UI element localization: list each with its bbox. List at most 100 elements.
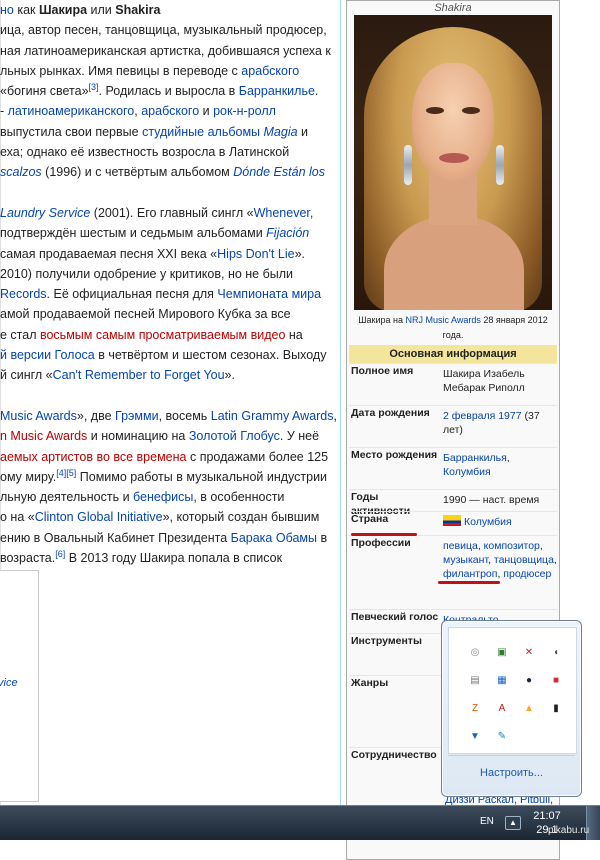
article-link[interactable]: Барранкилье <box>239 84 315 98</box>
infobox-key: Певческий голос <box>351 611 439 623</box>
article-link[interactable]: Latin Grammy Awards <box>211 409 334 423</box>
article-line: n Music Awards и номинацию на Золотой Гл… <box>0 426 340 446</box>
article-link[interactable]: Can't Remember to Forget You <box>53 368 225 382</box>
text: », который создан бывшим <box>162 510 320 525</box>
article-link[interactable]: 2 февраля 1977 <box>443 410 522 422</box>
flashget-icon[interactable]: ▼ <box>468 730 482 744</box>
image-caption: Шакира на NRJ Music Awards 28 января 201… <box>358 315 548 340</box>
infobox-value: Барранкилья, Колумбия <box>443 451 557 479</box>
text: льную деятельность и <box>0 490 134 505</box>
partial-box: vice <box>0 570 39 802</box>
feather-icon[interactable]: ✎ <box>495 730 509 744</box>
text: . Её официальная песня для <box>46 287 218 302</box>
language-indicator[interactable]: EN <box>480 816 494 827</box>
text: ению в Овальный Кабинет Президента <box>0 530 231 545</box>
gpu-icon[interactable]: ▣ <box>495 646 509 660</box>
article-link[interactable]: Music Awards <box>0 409 77 423</box>
usb-icon[interactable]: ▮ <box>549 702 563 716</box>
nvidia-icon[interactable]: ◎ <box>468 646 482 660</box>
article-link[interactable]: й версии Голоса <box>0 348 95 362</box>
article-link[interactable]: Magia <box>264 125 298 139</box>
footnote-ref[interactable]: [4][5] <box>56 468 76 478</box>
article-line: амой продаваемой песней Мирового Кубка з… <box>0 304 340 324</box>
article-link[interactable]: Dónde Están los <box>233 165 325 179</box>
text: льных рынках. Имя певицы в переводе с <box>0 63 242 78</box>
red-link[interactable]: аемых артистов во все времена <box>0 450 187 464</box>
infobox-row: Полное имя Шакира Изабель Мебарак Риполл <box>349 363 557 405</box>
nrj-link[interactable]: NRJ Music Awards <box>406 315 481 325</box>
text: В 2013 году Шакира попала в список <box>65 551 283 566</box>
infobox-key: Полное имя <box>351 365 414 377</box>
article-link[interactable]: студийные альбомы <box>142 125 260 139</box>
side-fragment-link[interactable]: vice <box>0 677 18 689</box>
adobe-icon[interactable]: A <box>495 702 509 716</box>
network-icon[interactable]: ▦ <box>495 674 509 688</box>
warning-icon[interactable]: ▲ <box>522 702 536 716</box>
article-link[interactable]: Колумбия <box>443 466 491 478</box>
article-line: scalzos (1996) и с четвёртым альбомом Dó… <box>0 162 340 182</box>
article-line: льных рынках. Имя певицы в переводе с ар… <box>0 61 340 81</box>
tray-separator <box>448 755 575 756</box>
article-line: Laundry Service (2001). Его главный синг… <box>0 203 340 223</box>
article-link[interactable]: продюсер <box>503 568 551 580</box>
article-link[interactable]: Колумбия <box>464 516 512 528</box>
infobox-value: Колумбия <box>443 515 557 529</box>
article-link[interactable]: певица <box>443 540 478 552</box>
text: Шакира Изабель Мебарак Риполл <box>443 368 525 394</box>
article-link[interactable]: Золотой Глобус <box>189 429 280 443</box>
red-link[interactable]: восьмым самым просматриваемым видео <box>40 328 285 342</box>
configure-link[interactable]: Настроить... <box>442 767 581 779</box>
infobox-title: Shakira <box>347 1 559 15</box>
infobox-value: 1990 — наст. время <box>443 493 557 507</box>
article-link[interactable]: танцовщица <box>494 554 554 566</box>
article-link[interactable]: Hips Don't Lie <box>217 247 294 261</box>
article-link[interactable]: Чемпионата мира <box>217 287 321 301</box>
infobox-key: Место рождения <box>351 449 438 461</box>
red-link[interactable]: n Music Awards <box>0 429 87 443</box>
text: ная латиноамериканская артистка, добивша… <box>0 43 331 58</box>
article-link[interactable]: Whenever, <box>254 206 314 220</box>
article-link[interactable]: Records <box>0 287 47 301</box>
antivirus-icon[interactable]: ■ <box>549 674 563 688</box>
article-line: ому миру.[4][5] Помимо работы в музыкаль… <box>0 467 340 487</box>
steam-icon[interactable]: ● <box>522 674 536 688</box>
infobox-key: Сотрудничество <box>351 749 437 761</box>
article-link[interactable]: музыкант <box>443 554 488 566</box>
article-link[interactable]: арабского <box>241 64 299 78</box>
article-link[interactable]: рок-н-ролл <box>213 104 276 118</box>
media-icon[interactable]: ▤ <box>468 674 482 688</box>
article-link[interactable]: композитор <box>484 540 540 552</box>
article-link[interactable]: Laundry Service <box>0 206 90 220</box>
filezilla-icon[interactable]: Z <box>468 702 482 716</box>
text: . <box>314 84 319 99</box>
footnote-ref[interactable]: [3] <box>89 82 99 92</box>
article-link[interactable]: Грэмми <box>115 409 159 423</box>
infobox-row: Годы активности 1990 — наст. время <box>349 489 557 517</box>
text: 2010) получили одобрение у критиков, но … <box>0 266 294 281</box>
show-hidden-icons-button[interactable]: ▲ <box>505 816 521 830</box>
article-link[interactable]: Clinton Global Initiative <box>35 510 163 524</box>
footnote-ref[interactable]: [6] <box>55 549 65 559</box>
text: - <box>0 104 8 119</box>
article-link[interactable]: но <box>0 3 14 17</box>
article-link[interactable]: арабского <box>141 104 199 118</box>
text: , <box>553 554 557 566</box>
photo-earring-right <box>496 145 504 185</box>
article-line: льную деятельность и бенефисы, в особенн… <box>0 487 340 507</box>
speaker-icon[interactable]: ◖ <box>549 646 563 660</box>
article-link[interactable]: бенефисы <box>133 490 193 504</box>
annotation-underline-professions <box>351 533 417 536</box>
photo-earring-left <box>404 145 412 185</box>
infobox-key: Инструменты <box>351 635 422 647</box>
text: , <box>333 408 337 423</box>
article-link[interactable]: Fijación <box>266 226 309 240</box>
text: », две <box>76 408 116 423</box>
article-line: Records. Её официальная песня для Чемпио… <box>0 284 340 304</box>
volume-muted-icon[interactable]: ✕ <box>522 646 536 660</box>
article-link[interactable]: Барака Обамы <box>231 531 317 545</box>
article-link[interactable]: Барранкилья <box>443 452 507 464</box>
article-link[interactable]: латиноамериканского <box>8 104 135 118</box>
article-link[interactable]: филантроп <box>443 568 497 580</box>
artist-photo[interactable] <box>354 15 552 310</box>
article-link[interactable]: scalzos <box>0 165 42 179</box>
